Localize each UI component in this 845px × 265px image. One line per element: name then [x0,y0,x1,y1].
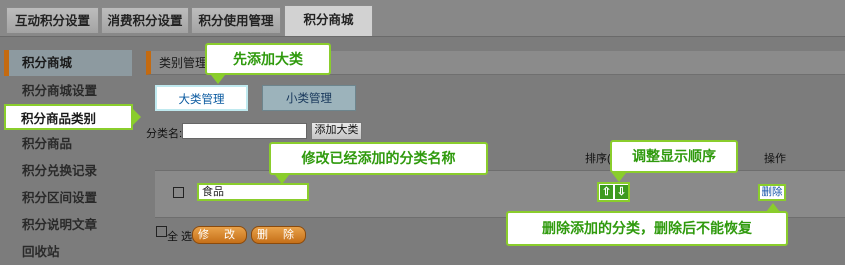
move-up-icon[interactable]: ⇧ [600,185,613,199]
callout-add-category: 先添加大类 [205,43,331,75]
tab-points-mall[interactable]: 积分商城 [284,5,373,36]
row-checkbox[interactable] [173,187,184,198]
subtab-major-category[interactable]: 大类管理 [155,85,248,111]
delete-button[interactable]: 删 除 [251,226,306,244]
add-category-button[interactable]: 添加大类 [311,122,362,140]
category-name-label: 分类名: [146,128,183,140]
select-all-label: 全 选 [167,231,193,243]
selected-pointer-icon [133,109,141,125]
modify-button[interactable]: 修 改 [192,226,247,244]
tab-interactive-points[interactable]: 互动积分设置 [6,7,99,33]
sidebar-item-products[interactable]: 积分商品 [22,131,72,157]
column-order-header: 排序( [585,153,611,165]
sidebar-item-exchange-records[interactable]: 积分兑换记录 [22,158,97,184]
callout-delete-note: 删除添加的分类，删除后不能恢复 [506,211,788,246]
sidebar-item-interval-settings[interactable]: 积分区间设置 [22,185,97,211]
sidebar: 积分商城 积分商城设置 积分商品类别 积分商品 积分兑换记录 积分区间设置 积分… [0,50,141,265]
callout-pointer [275,175,289,184]
tab-consumption-points[interactable]: 消费积分设置 [101,7,189,33]
callout-edit-name: 修改已经添加的分类名称 [269,142,488,175]
move-down-icon[interactable]: ⇩ [615,185,628,199]
order-controls: ⇧ ⇩ [597,182,630,202]
sidebar-item-recycle-bin[interactable]: 回收站 [22,239,60,265]
category-name-input[interactable] [182,123,307,139]
sidebar-item-mall-settings[interactable]: 积分商城设置 [22,78,97,104]
sidebar-header: 积分商城 [4,50,132,76]
callout-pointer [612,173,626,182]
category-name-field[interactable]: 食品 [197,183,309,201]
callout-adjust-order: 调整显示顺序 [610,140,738,173]
select-all-checkbox[interactable] [156,226,167,237]
top-tab-bar: 互动积分设置 消费积分设置 积分使用管理 积分商城 [0,0,845,37]
callout-pointer [211,75,225,84]
sidebar-item-product-category[interactable]: 积分商品类别 [4,104,133,130]
delete-link[interactable]: 删除 [758,184,786,201]
sidebar-item-articles[interactable]: 积分说明文章 [22,212,97,238]
subtab-minor-category[interactable]: 小类管理 [262,85,356,111]
column-action-header: 操作 [764,153,786,165]
tab-points-usage[interactable]: 积分使用管理 [191,7,281,33]
